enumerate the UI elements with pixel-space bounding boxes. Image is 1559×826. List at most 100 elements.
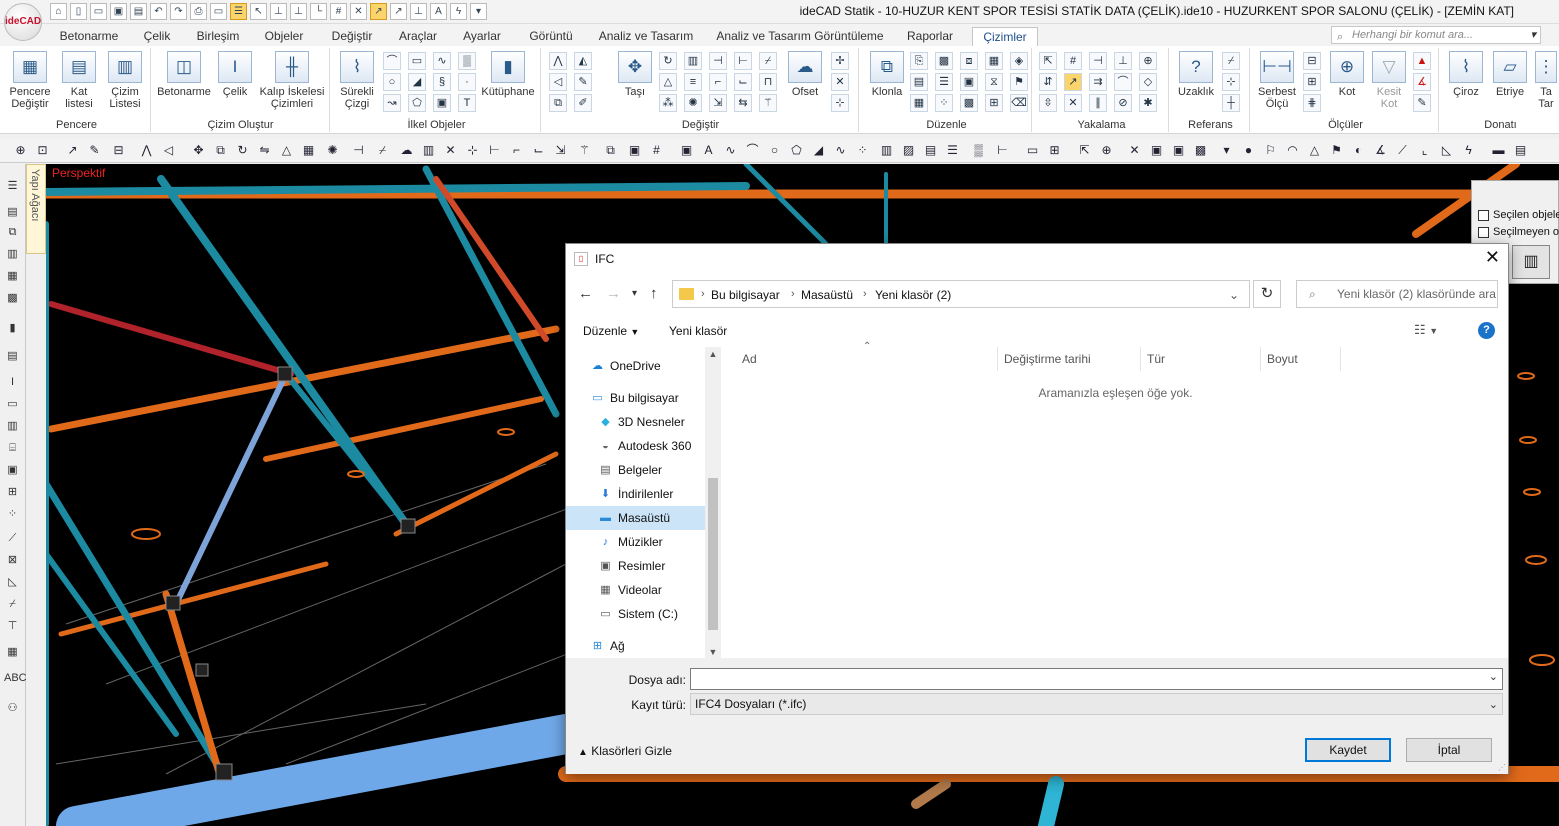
mesh-icon[interactable]: ▩: [960, 94, 978, 112]
fillet-tb-icon[interactable]: ⌐: [508, 142, 525, 159]
ortho-icon[interactable]: ⊥: [290, 3, 307, 20]
mesh-lt-icon[interactable]: ▩: [4, 290, 21, 307]
auto-lt-icon[interactable]: ABC: [4, 670, 27, 687]
flag-tb-icon[interactable]: ⚑: [1328, 142, 1345, 159]
save-as-icon[interactable]: ▤: [130, 3, 147, 20]
save-tb-icon[interactable]: ▣: [626, 142, 643, 159]
layer-lt-icon[interactable]: ▤: [4, 204, 21, 221]
arc-tb-icon[interactable]: ⌒: [744, 142, 761, 159]
triangle-tb-icon[interactable]: △: [278, 142, 295, 159]
organize-button[interactable]: Düzenle ▼: [583, 324, 639, 338]
back-arrow-icon[interactable]: ←: [578, 285, 593, 302]
axis-icon[interactable]: └: [310, 3, 327, 20]
tab-raporlar[interactable]: Raporlar: [898, 27, 962, 46]
uzaklik-button[interactable]: ? Uzaklık: [1176, 51, 1216, 98]
breadcrumb-yeni-klasor[interactable]: Yeni klasör (2): [875, 288, 951, 302]
klonla-button[interactable]: ⧉ Klonla: [866, 51, 908, 98]
array-tb-icon[interactable]: ▦: [300, 142, 317, 159]
text-icon[interactable]: T: [458, 94, 476, 112]
filename-input[interactable]: ⌄: [690, 668, 1503, 690]
explode-icon[interactable]: ✺: [684, 94, 702, 112]
slope-tb-icon[interactable]: ⟋: [1394, 142, 1411, 159]
dim-arrow-icon[interactable]: ▲: [1413, 52, 1431, 70]
copy-tb-icon[interactable]: ⧉: [212, 142, 229, 159]
nav-item-indirilenler[interactable]: ⬇ İndirilenler: [566, 482, 706, 506]
image-icon[interactable]: ▣: [433, 94, 451, 112]
wand-tb-icon[interactable]: ⚚: [576, 142, 593, 159]
split-icon[interactable]: ⊹: [831, 94, 849, 112]
extend-icon[interactable]: ⊢: [734, 52, 752, 70]
image-tb-icon[interactable]: ▣: [678, 142, 695, 159]
brush-icon[interactable]: ✐: [574, 94, 592, 112]
minus-tb-icon[interactable]: ▬: [1490, 142, 1507, 159]
trim-icon[interactable]: ⊣: [709, 52, 727, 70]
stack-icon[interactable]: ☰: [935, 73, 953, 91]
stretch-tb-icon[interactable]: ⋀: [138, 142, 155, 159]
scale-tb-icon[interactable]: ⇲: [552, 142, 569, 159]
explode-tb-icon[interactable]: ✺: [324, 142, 341, 159]
nav-item-onedrive[interactable]: ☁ OneDrive: [566, 354, 706, 378]
command-search-input[interactable]: ⌕ Herhangi bir komut ara... ▾: [1331, 26, 1541, 44]
split-tb-icon[interactable]: ⊹: [464, 142, 481, 159]
breadcrumb-masaustu[interactable]: Masaüstü: [801, 288, 853, 302]
pin-tb-icon[interactable]: ⚐: [1262, 142, 1279, 159]
mirror-tb-icon[interactable]: ◁: [160, 142, 177, 159]
break-icon[interactable]: ⌿: [759, 52, 777, 70]
wave-tb-icon[interactable]: ∿: [722, 142, 739, 159]
kutuphane-button[interactable]: ▮ Kütüphane: [479, 51, 537, 98]
snap-quad-icon[interactable]: ◇: [1139, 73, 1157, 91]
box-lt-icon[interactable]: ▣: [4, 462, 21, 479]
stretch-icon[interactable]: ⋀: [549, 52, 567, 70]
cizim-listesi-button[interactable]: ▥ Çizim Listesi: [103, 51, 147, 110]
filter-icon[interactable]: ⧖: [985, 73, 1003, 91]
snap-near-icon[interactable]: ⇉: [1089, 73, 1107, 91]
snap-all-icon[interactable]: ✱: [1139, 94, 1157, 112]
graph-tb-icon[interactable]: ▨: [900, 142, 917, 159]
stair-lt-icon[interactable]: ⌸: [4, 440, 21, 457]
resize-grip-icon[interactable]: ⋰: [1498, 763, 1506, 772]
group-icon[interactable]: ▦: [985, 52, 1003, 70]
rectangle-icon[interactable]: ▭: [408, 52, 426, 70]
polar-icon[interactable]: ↗: [390, 3, 407, 20]
dim-aligned-icon[interactable]: ⊞: [1303, 73, 1321, 91]
wall-lt-icon[interactable]: ▥: [4, 418, 21, 435]
snap-node-tb-icon[interactable]: ⊕: [1098, 142, 1115, 159]
snap-icon[interactable]: ⊥: [270, 3, 287, 20]
snap-tangent-icon[interactable]: ⌒: [1114, 73, 1132, 91]
fill-tb-icon[interactable]: ◢: [810, 142, 827, 159]
flip-tb-icon[interactable]: ⇋: [256, 142, 273, 159]
tab-celik[interactable]: Çelik: [135, 27, 179, 46]
nav-item-videolar[interactable]: ▦ Videolar: [566, 578, 706, 602]
hill-tb-icon[interactable]: ◠: [1284, 142, 1301, 159]
join-tb-icon[interactable]: ⊢: [486, 142, 503, 159]
point-tb-icon[interactable]: ⁘: [854, 142, 871, 159]
tile-tb-icon[interactable]: ⊞: [1046, 142, 1063, 159]
connection-lt-icon[interactable]: ⊤: [4, 618, 21, 635]
dim-text-icon[interactable]: ✎: [1413, 94, 1431, 112]
doc-lt-icon[interactable]: ▤: [4, 348, 21, 365]
grid2-tb-icon[interactable]: ▤: [1512, 142, 1529, 159]
snap-mid-icon[interactable]: ⊣: [1089, 52, 1107, 70]
bulb-tb-icon[interactable]: ●: [1240, 142, 1257, 159]
snap-end-icon[interactable]: ⇱: [1039, 52, 1057, 70]
roof-lt-icon[interactable]: ◺: [4, 574, 21, 591]
rotate-icon[interactable]: ↻: [659, 52, 677, 70]
kot-button[interactable]: ⊕ Kot: [1327, 51, 1367, 98]
box-tb-icon[interactable]: ▣: [1148, 142, 1165, 159]
scale-icon[interactable]: ⇲: [709, 94, 727, 112]
chevron-down-icon[interactable]: ▾: [1530, 27, 1536, 43]
tab-analiz-tasarim[interactable]: Analiz ve Tasarım: [588, 27, 704, 46]
new-file-icon[interactable]: ▯: [70, 3, 87, 20]
dropdown-icon[interactable]: ▾: [470, 3, 487, 20]
ref-axis-icon[interactable]: ┼: [1222, 94, 1240, 112]
tab-degistir[interactable]: Değiştir: [322, 27, 382, 46]
circle-tb-icon[interactable]: ○: [766, 142, 783, 159]
chamfer-tb-icon[interactable]: ⌙: [530, 142, 547, 159]
pencil-icon[interactable]: ✎: [86, 142, 103, 159]
refresh-icon[interactable]: ↻: [1253, 280, 1281, 308]
window-tb-icon[interactable]: ▭: [1024, 142, 1041, 159]
dim-angle-icon[interactable]: ∡: [1413, 73, 1431, 91]
align-icon[interactable]: ≡: [684, 73, 702, 91]
dimension-icon[interactable]: ⊥: [410, 3, 427, 20]
arc-icon[interactable]: ⌒: [383, 52, 401, 70]
